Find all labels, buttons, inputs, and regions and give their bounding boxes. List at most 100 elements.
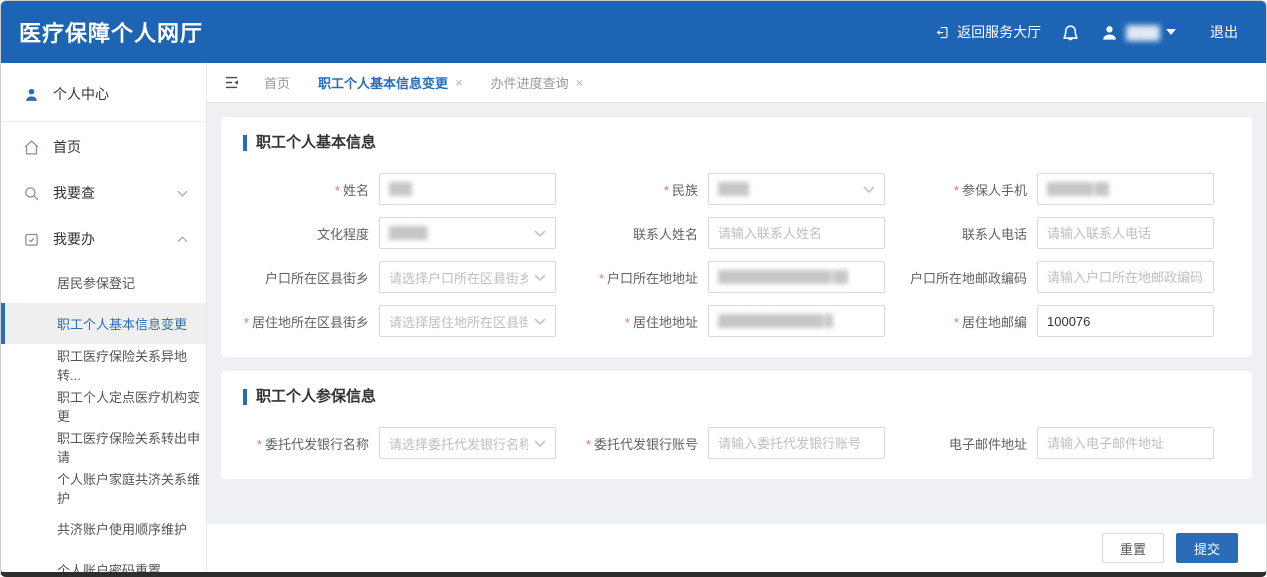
form-row: *姓名 ███ *民族 ████ *参保人手机 ██████ ██ (243, 173, 1230, 205)
redacted-value: ██████████████ █ (718, 314, 833, 328)
submit-button[interactable]: 提交 (1176, 533, 1238, 563)
section-title: 职工个人基本信息 (243, 135, 1230, 151)
field-label: *姓名 (243, 180, 379, 199)
field-input[interactable] (708, 217, 885, 249)
field-label: *委托代发银行名称 (243, 434, 379, 453)
field-label: 联系人姓名 (572, 224, 708, 243)
form-field: 文化程度 █████ (243, 217, 572, 249)
sidebar-item[interactable]: 首页 (1, 124, 206, 170)
redacted-value: ██████ ██ (1047, 182, 1109, 196)
field-input[interactable]: ██████████████ █ (708, 305, 885, 337)
select-value: 请选择户口所在区县街乡 (389, 268, 528, 287)
app-title: 医疗保障个人网厅 (19, 16, 203, 48)
tab-item[interactable]: 职工个人基本信息变更 × (318, 73, 463, 92)
required-asterisk: * (664, 183, 669, 198)
select-value: ████ (718, 182, 857, 196)
chevron-down-icon (1166, 29, 1176, 35)
close-tab-icon[interactable]: × (455, 76, 463, 89)
sidebar-subitem[interactable]: 居民参保登记 (1, 262, 206, 303)
form-field: *居住地所在区县街乡请选择居住地所在区县街乡 (243, 305, 572, 337)
sidebar-subitem[interactable]: 共济账户使用顺序维护 (1, 508, 206, 549)
collapse-menu-icon[interactable] (223, 74, 240, 91)
app-header: 医疗保障个人网厅 返回服务大厅 (1, 1, 1266, 63)
footer-bar: 重置 提交 (207, 524, 1266, 572)
form-field: 户口所在地邮政编码 (901, 261, 1230, 293)
sidebar-divider (1, 121, 206, 122)
field-input[interactable]: ███ (379, 173, 556, 205)
sidebar-item[interactable]: 个人中心 (1, 71, 206, 117)
field-select[interactable]: █████ (379, 217, 556, 249)
field-label: *委托代发银行账号 (572, 434, 708, 453)
select-value: 请选择委托代发银行名称 (389, 434, 528, 453)
sidebar-subitem[interactable]: 个人账户密码重置 (1, 549, 206, 572)
logout-button[interactable]: 退出 (1210, 22, 1238, 42)
tab-item[interactable]: 首页 (264, 73, 290, 92)
field-label: 文化程度 (243, 224, 379, 243)
field-input[interactable] (708, 427, 885, 459)
sidebar-subitem[interactable]: 职工医疗保险关系异地转... (1, 344, 206, 385)
field-select[interactable]: 请选择户口所在区县街乡 (379, 261, 556, 293)
required-asterisk: * (599, 271, 604, 286)
tab-item[interactable]: 办件进度查询× (491, 73, 584, 92)
user-menu[interactable]: ████ (1100, 23, 1176, 42)
return-doc-icon (935, 25, 950, 40)
form-field: *参保人手机 ██████ ██ (901, 173, 1230, 205)
redacted-value: ███████████████ ██ (718, 270, 848, 284)
field-input[interactable] (1037, 305, 1214, 337)
chevron-down-icon (863, 186, 875, 193)
required-asterisk: * (257, 437, 262, 452)
person-icon (23, 86, 40, 103)
field-label: 电子邮件地址 (901, 434, 1037, 453)
field-label: 户口所在区县街乡 (243, 268, 379, 287)
tab-label: 首页 (264, 73, 290, 92)
form-row: *委托代发银行名称请选择委托代发银行名称*委托代发银行账号电子邮件地址 (243, 427, 1230, 459)
required-asterisk: * (586, 437, 591, 452)
chevron-down-icon (177, 190, 188, 197)
field-input[interactable]: ██████ ██ (1037, 173, 1214, 205)
field-select[interactable]: ████ (708, 173, 885, 205)
field-select[interactable]: 请选择居住地所在区县街乡 (379, 305, 556, 337)
form-field: *委托代发银行账号 (572, 427, 901, 459)
tab-label: 职工个人基本信息变更 (318, 73, 448, 92)
field-input[interactable] (1037, 217, 1214, 249)
sidebar: 个人中心首页我要查我要办居民参保登记职工个人基本信息变更职工医疗保险关系异地转.… (1, 63, 207, 572)
field-label: *居住地所在区县街乡 (243, 312, 379, 331)
field-label: *民族 (572, 180, 708, 199)
field-label: *居住地邮编 (901, 312, 1037, 331)
select-value: 请选择居住地所在区县街乡 (389, 312, 528, 331)
sidebar-item-label: 我要办 (53, 229, 95, 249)
chevron-up-icon (177, 236, 188, 243)
search-icon (23, 185, 40, 202)
chevron-down-icon (534, 274, 546, 281)
sidebar-subitem[interactable]: 职工医疗保险关系转出申请 (1, 426, 206, 467)
required-asterisk: * (954, 315, 959, 330)
home-icon (23, 139, 40, 156)
field-input[interactable] (1037, 427, 1214, 459)
field-label: 户口所在地邮政编码 (901, 268, 1037, 287)
chevron-down-icon (534, 230, 546, 237)
sidebar-item[interactable]: 我要查 (1, 170, 206, 216)
sidebar-item[interactable]: 我要办 (1, 216, 206, 262)
form-field: *户口所在地地址███████████████ ██ (572, 261, 901, 293)
reset-button[interactable]: 重置 (1102, 533, 1164, 563)
sidebar-subitem[interactable]: 职工个人定点医疗机构变更 (1, 385, 206, 426)
notification-bell-icon[interactable] (1061, 23, 1080, 42)
field-input[interactable] (1037, 261, 1214, 293)
field-select[interactable]: 请选择委托代发银行名称 (379, 427, 556, 459)
return-hall-link[interactable]: 返回服务大厅 (935, 22, 1041, 42)
sidebar-subitem[interactable]: 职工个人基本信息变更 (1, 303, 206, 344)
form-field: *民族 ████ (572, 173, 901, 205)
form-card: 职工个人参保信息*委托代发银行名称请选择委托代发银行名称*委托代发银行账号电子邮… (221, 371, 1252, 479)
close-tab-icon[interactable]: × (576, 76, 584, 89)
redacted-value: ███ (389, 182, 412, 196)
form-field: *委托代发银行名称请选择委托代发银行名称 (243, 427, 572, 459)
field-label: *参保人手机 (901, 180, 1037, 199)
username-redacted: ████ (1126, 25, 1159, 40)
field-label: *居住地地址 (572, 312, 708, 331)
header-actions: 返回服务大厅 ████ 退出 (935, 22, 1238, 42)
sidebar-subitem[interactable]: 个人账户家庭共济关系维护 (1, 467, 206, 508)
form-field: 电子邮件地址 (901, 427, 1230, 459)
field-input[interactable]: ███████████████ ██ (708, 261, 885, 293)
app-body: 个人中心首页我要查我要办居民参保登记职工个人基本信息变更职工医疗保险关系异地转.… (1, 63, 1266, 572)
select-value: █████ (389, 226, 528, 240)
